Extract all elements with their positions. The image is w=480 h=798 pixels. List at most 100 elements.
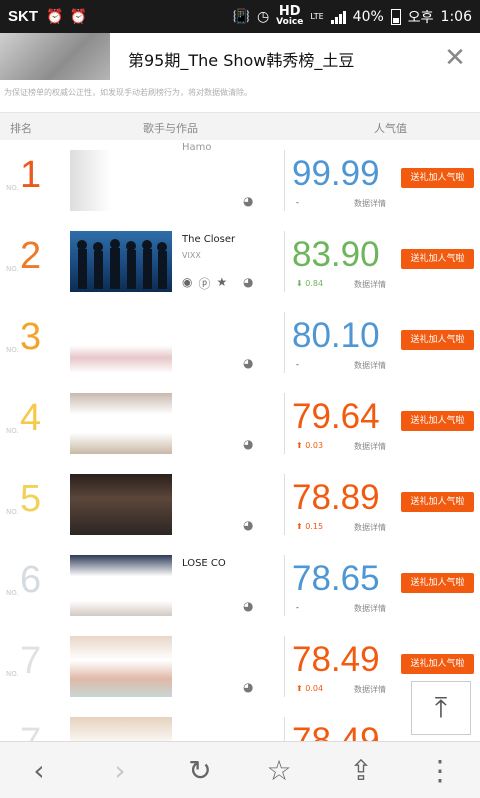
rank-number: 6 [20,559,42,601]
score-delta: ⬇ 0.84 [296,279,324,288]
group-photo [77,239,167,289]
wechat-icon[interactable]: ◕ [243,437,253,451]
close-icon[interactable]: ✕ [442,45,468,71]
page-header: 第95期_The Show韩秀榜_土豆 ✕ [0,33,480,85]
alarm-icon: ⏰ [69,8,87,25]
score: 78.49 [292,640,380,679]
wechat-icon[interactable]: ◕ [243,599,253,613]
divider [284,393,285,454]
no-label: NO. [6,508,19,516]
vote-button[interactable]: 送礼加人气啦 [401,330,474,350]
pinterest-icon[interactable]: ⓟ [198,275,210,292]
data-details-link[interactable]: 数据详情 [354,684,386,695]
ampm-label: 오후 [407,9,434,26]
album-art[interactable] [70,312,172,373]
no-label: NO. [6,427,19,435]
table-row: NO. 3 ◕ 80.10 - 数据详情 送礼加人气啦 [0,302,480,384]
album-art[interactable] [70,555,172,616]
data-details-link[interactable]: 数据详情 [354,441,386,452]
table-row: NO. 4 ◕ 79.64 ⬆ 0.03 数据详情 送礼加人气啦 [0,383,480,465]
no-label: NO. [6,346,19,354]
share-icon[interactable]: ⇪ [341,754,381,788]
album-art[interactable] [70,393,172,454]
vote-button[interactable]: 送礼加人气啦 [401,168,474,188]
data-details-link[interactable]: 数据详情 [354,279,386,290]
table-row: NO. 2 The Closer VIXX ◉ ⓟ ★ ◕ 83.90 ⬇ 0.… [0,221,480,303]
score-delta: ⬆ 0.03 [296,441,324,450]
score-delta: - [296,360,299,369]
col-song: 歌手与作品 [143,122,198,135]
album-art[interactable] [70,150,172,211]
vote-button[interactable]: 送礼加人气啦 [401,411,474,431]
forward-icon[interactable]: › [100,754,140,788]
no-label: NO. [6,265,19,273]
album-art[interactable] [70,474,172,535]
score: 78.89 [292,478,380,517]
network-type: LTE [310,12,324,21]
song-title[interactable]: LOSE CO [182,558,226,569]
wechat-icon[interactable]: ◕ [243,518,253,532]
no-label: NO. [6,589,19,597]
score: 79.64 [292,397,380,436]
col-pop: 人气值 [374,122,407,135]
album-art[interactable] [70,636,172,697]
no-label: NO. [6,184,19,192]
status-bar: SKT ⏰ ⏰ 📳 ◷ HD Voice LTE 40% 오후 1:06 [0,0,480,33]
data-details-link[interactable]: 数据详情 [354,603,386,614]
back-icon[interactable]: ‹ [19,754,59,788]
vote-button[interactable]: 送礼加人气啦 [401,492,474,512]
arrow-up-icon: ⬆ [296,522,303,531]
divider [284,636,285,697]
song-title[interactable]: The Closer [182,234,235,245]
refresh-icon[interactable]: ↻ [180,754,220,788]
score: 99.99 [292,154,380,193]
arrow-up-icon: ⬆ [296,441,303,450]
rank-number: 7 [20,640,42,682]
divider [284,555,285,616]
star-icon[interactable]: ★ [217,275,228,292]
vibrate-icon: 📳 [232,8,250,25]
divider [284,231,285,292]
rank-number: 4 [20,397,42,439]
artist-name[interactable]: VIXX [182,251,201,260]
wechat-icon[interactable]: ◕ [243,680,253,694]
table-row: NO. 5 ◕ 78.89 ⬆ 0.15 数据详情 送礼加人气啦 [0,464,480,546]
signal-icon [330,10,346,24]
col-rank: 排名 [10,122,32,135]
bookmark-star-icon[interactable]: ☆ [259,754,299,788]
share-icons: ◉ ⓟ ★ [182,275,227,292]
wechat-icon[interactable]: ◕ [243,275,253,289]
score-delta: ⬆ 0.04 [296,684,324,693]
data-details-link[interactable]: 数据详情 [354,522,386,533]
album-art[interactable] [70,231,172,292]
score: 83.90 [292,235,380,274]
rank-number: 1 [20,154,42,196]
table-row: NO. 1 Hamo ◕ 99.99 - 数据详情 送礼加人气啦 [0,140,480,222]
data-details-link[interactable]: 数据详情 [354,198,386,209]
score-delta: - [296,198,299,207]
rank-number: 5 [20,478,42,520]
rank-number: 3 [20,316,42,358]
score-delta: ⬆ 0.15 [296,522,324,531]
arrow-down-icon: ⬇ [296,279,303,288]
vote-button[interactable]: 送礼加人气啦 [401,654,474,674]
song-title[interactable]: Hamo [182,142,212,153]
no-label: NO. [6,670,19,678]
vote-button[interactable]: 送礼加人气啦 [401,249,474,269]
alarm-icon: ⏰ [46,8,64,25]
table-row: NO. 6 LOSE CO ◕ 78.65 - 数据详情 送礼加人气啦 [0,545,480,627]
wechat-icon[interactable]: ◕ [243,194,253,208]
more-menu-icon[interactable]: ⋮ [420,754,460,788]
arrow-up-icon: ⤒ [434,691,448,724]
score: 78.65 [292,559,380,598]
scroll-to-top-button[interactable]: ⤒ [411,681,471,735]
table-row: NO. 7 ◕ 78.49 ⬆ 0.04 数据详情 送礼加人气啦 [0,626,480,708]
battery-percent: 40% [352,8,384,25]
table-header: 排名 歌手与作品 人气值 [0,112,480,141]
page-title: 第95期_The Show韩秀榜_土豆 [128,51,355,70]
vote-button[interactable]: 送礼加人气啦 [401,573,474,593]
arrow-up-icon: ⬆ [296,684,303,693]
wechat-icon[interactable]: ◕ [243,356,253,370]
weibo-icon[interactable]: ◉ [182,275,192,292]
data-details-link[interactable]: 数据详情 [354,360,386,371]
